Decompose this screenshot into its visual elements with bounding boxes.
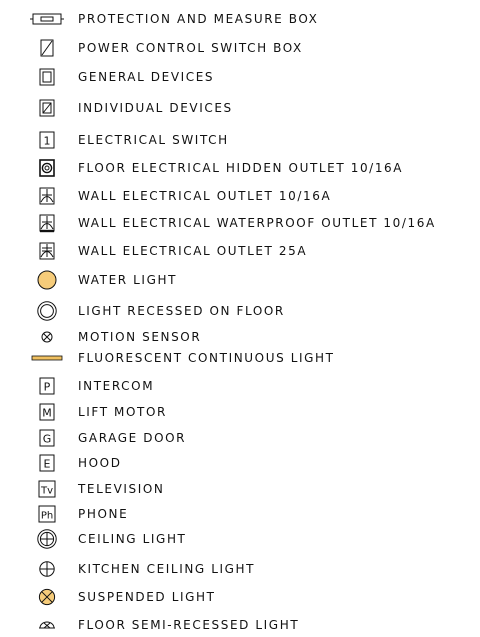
wall-outlet-icon	[30, 186, 64, 206]
legend-row-hood: E HOOD	[0, 453, 480, 473]
legend-label: GARAGE DOOR	[78, 431, 187, 445]
waterproof-outlet-icon	[30, 213, 64, 233]
legend-label: WATER LIGHT	[78, 273, 178, 287]
legend-label: SUSPENDED LIGHT	[78, 590, 216, 604]
legend-label: CEILING LIGHT	[78, 532, 187, 546]
legend-row-wall-outlet-25a: WALL ELECTRICAL OUTLET 25A	[0, 241, 480, 261]
garage-door-icon: G	[30, 428, 64, 448]
legend-label: GENERAL DEVICES	[78, 70, 215, 84]
legend-row-fluorescent-light: FLUORESCENT CONTINUOUS LIGHT	[0, 348, 480, 368]
legend-row-suspended-light: SUSPENDED LIGHT	[0, 587, 480, 607]
legend-row-intercom: P INTERCOM	[0, 376, 480, 396]
electrical-symbol-legend: PROTECTION AND MEASURE BOX POWER CONTROL…	[0, 0, 480, 637]
legend-label: MOTION SENSOR	[78, 330, 202, 344]
legend-row-television: Tv TELEVISION	[0, 479, 480, 499]
legend-row-wall-outlet: WALL ELECTRICAL OUTLET 10/16A	[0, 186, 480, 206]
electrical-switch-icon: 1	[30, 130, 64, 150]
floor-semi-recessed-light-icon	[30, 615, 64, 635]
water-light-icon	[30, 270, 64, 290]
legend-row-protection-box: PROTECTION AND MEASURE BOX	[0, 9, 480, 29]
switch-box-icon	[30, 38, 64, 58]
legend-label: ELECTRICAL SWITCH	[78, 133, 229, 147]
phone-icon: Ph	[30, 504, 64, 524]
legend-label: KITCHEN CEILING LIGHT	[78, 562, 256, 576]
garage-door-glyph: G	[43, 433, 52, 446]
legend-row-electrical-switch: 1 ELECTRICAL SWITCH	[0, 130, 480, 150]
intercom-glyph: P	[44, 381, 51, 394]
lift-motor-icon: M	[30, 402, 64, 422]
television-icon: Tv	[30, 479, 64, 499]
intercom-icon: P	[30, 376, 64, 396]
legend-row-garage-door: G GARAGE DOOR	[0, 428, 480, 448]
legend-label: INTERCOM	[78, 379, 155, 393]
legend-label: TELEVISION	[78, 482, 165, 496]
legend-row-water-light: WATER LIGHT	[0, 270, 480, 290]
hood-glyph: E	[44, 458, 51, 471]
floor-outlet-icon	[30, 158, 64, 178]
legend-label: PROTECTION AND MEASURE BOX	[78, 12, 319, 26]
legend-label: WALL ELECTRICAL WATERPROOF OUTLET 10/16A	[78, 216, 436, 230]
wall-outlet-25a-icon	[30, 241, 64, 261]
legend-row-individual-devices: INDIVIDUAL DEVICES	[0, 98, 480, 118]
kitchen-ceiling-light-icon	[30, 559, 64, 579]
legend-row-ceiling-light: CEILING LIGHT	[0, 529, 480, 549]
legend-row-recessed-floor-light: LIGHT RECESSED ON FLOOR	[0, 301, 480, 321]
legend-label: POWER CONTROL SWITCH BOX	[78, 41, 303, 55]
legend-row-kitchen-ceiling-light: KITCHEN CEILING LIGHT	[0, 559, 480, 579]
television-glyph: Tv	[40, 486, 53, 497]
legend-label: FLOOR SEMI-RECESSED LIGHT	[78, 618, 300, 632]
legend-label: LIGHT RECESSED ON FLOOR	[78, 304, 285, 318]
legend-label: INDIVIDUAL DEVICES	[78, 101, 233, 115]
legend-row-motion-sensor: MOTION SENSOR	[0, 327, 480, 347]
legend-row-waterproof-outlet: WALL ELECTRICAL WATERPROOF OUTLET 10/16A	[0, 213, 480, 233]
general-devices-icon	[30, 67, 64, 87]
recessed-floor-light-icon	[30, 301, 64, 321]
legend-row-general-devices: GENERAL DEVICES	[0, 67, 480, 87]
legend-label: FLUORESCENT CONTINUOUS LIGHT	[78, 351, 335, 365]
ceiling-light-icon	[30, 529, 64, 549]
legend-row-floor-semi-recessed-light: FLOOR SEMI-RECESSED LIGHT	[0, 615, 480, 635]
legend-label: FLOOR ELECTRICAL HIDDEN OUTLET 10/16A	[78, 161, 404, 175]
legend-label: LIFT MOTOR	[78, 405, 167, 419]
hood-icon: E	[30, 453, 64, 473]
fluorescent-light-icon	[30, 348, 64, 368]
lift-motor-glyph: M	[42, 407, 52, 420]
legend-label: WALL ELECTRICAL OUTLET 25A	[78, 244, 308, 258]
legend-label: WALL ELECTRICAL OUTLET 10/16A	[78, 189, 332, 203]
legend-label: PHONE	[78, 507, 129, 521]
motion-sensor-icon	[30, 327, 64, 347]
phone-glyph: Ph	[41, 511, 53, 522]
suspended-light-icon	[30, 587, 64, 607]
legend-row-switch-box: POWER CONTROL SWITCH BOX	[0, 38, 480, 58]
legend-row-phone: Ph PHONE	[0, 504, 480, 524]
individual-devices-icon	[30, 98, 64, 118]
protection-box-icon	[30, 9, 64, 29]
legend-row-lift-motor: M LIFT MOTOR	[0, 402, 480, 422]
legend-label: HOOD	[78, 456, 122, 470]
switch-glyph: 1	[44, 135, 51, 148]
legend-row-floor-outlet: FLOOR ELECTRICAL HIDDEN OUTLET 10/16A	[0, 158, 480, 178]
